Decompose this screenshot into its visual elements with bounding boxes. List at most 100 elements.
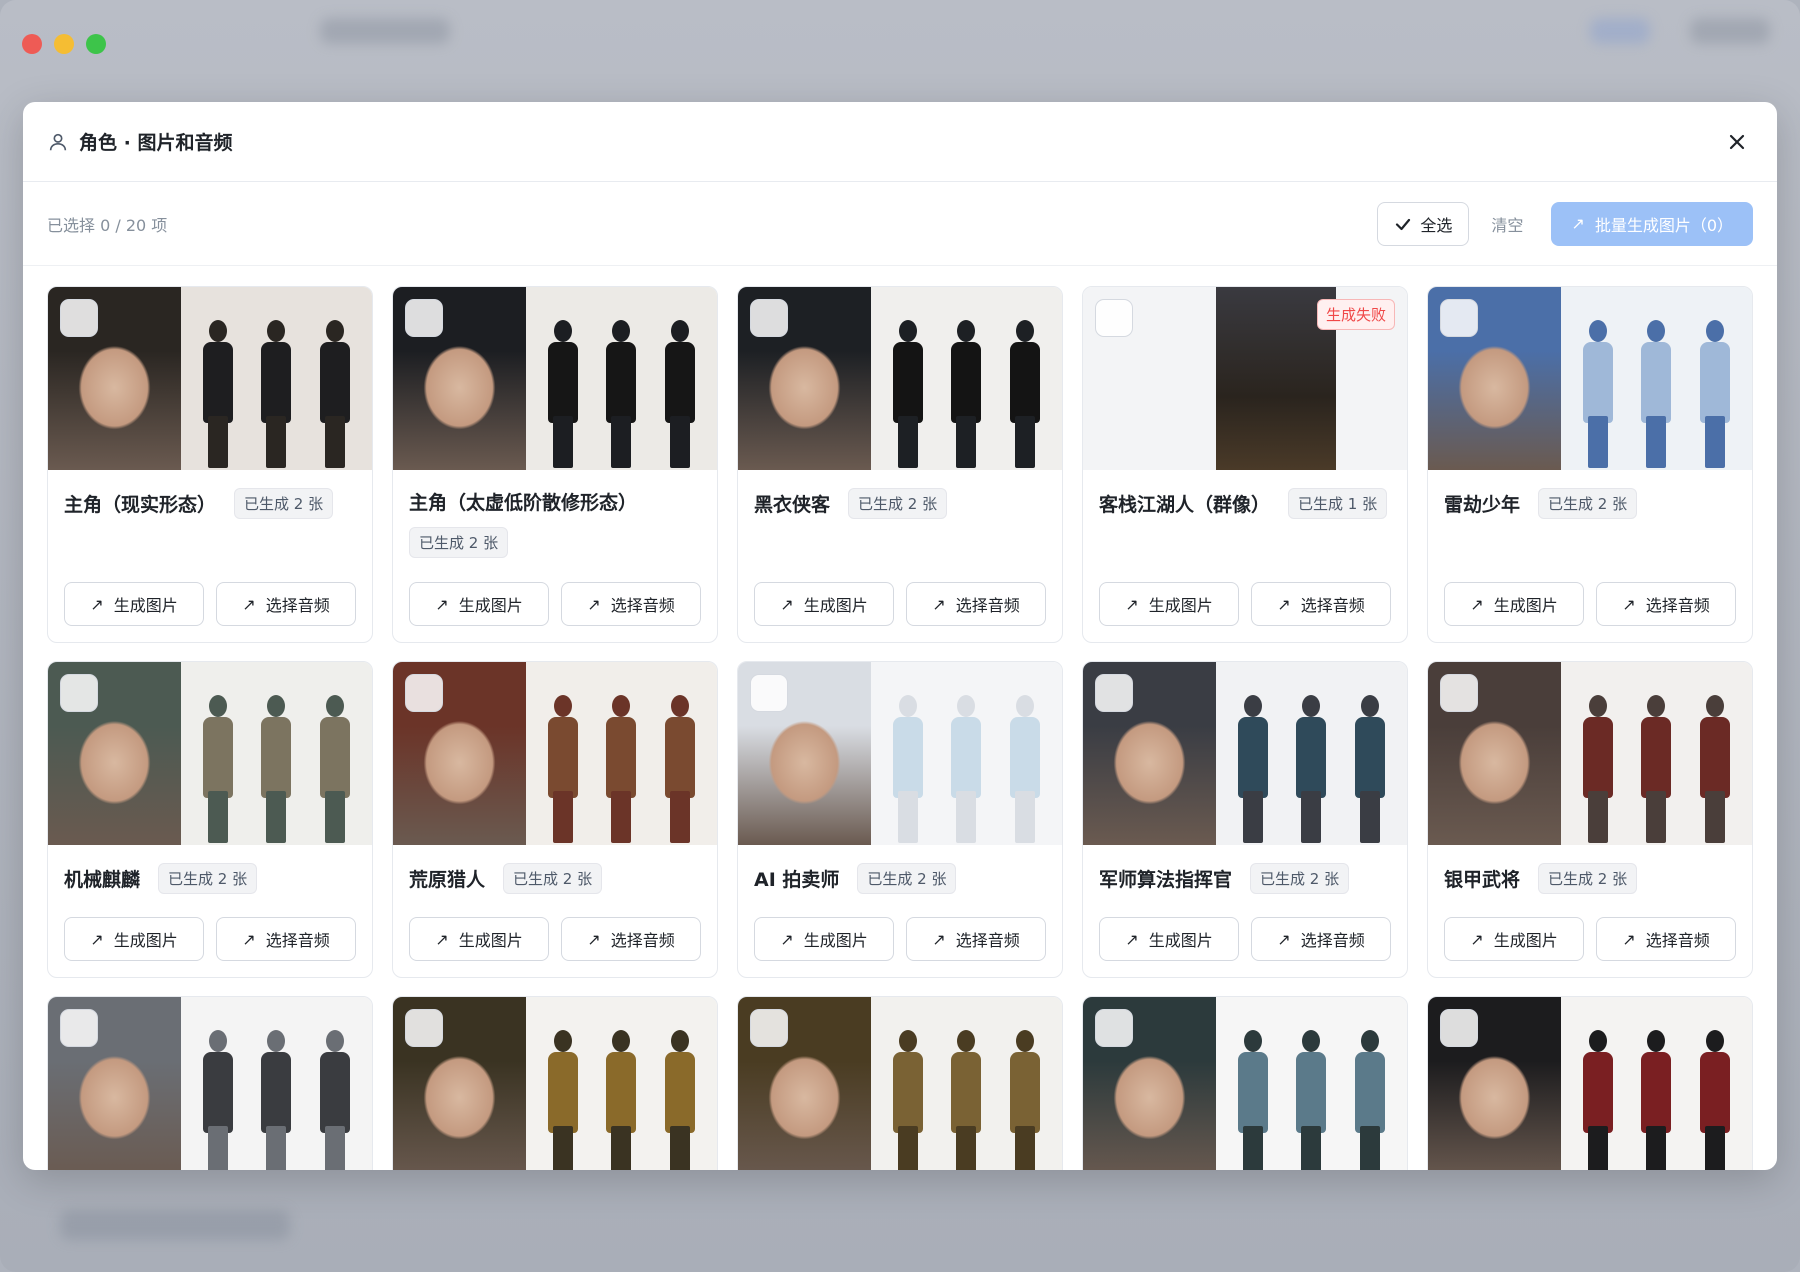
character-card[interactable]: 荒原猎人 已生成 2 张 ↗ 生成图片 ↗ 选择音频: [392, 661, 718, 978]
arrow-up-right-icon: ↗: [435, 929, 449, 949]
select-checkbox[interactable]: [1095, 299, 1133, 337]
character-card[interactable]: [47, 996, 373, 1170]
character-image[interactable]: [738, 997, 1062, 1170]
select-checkbox[interactable]: [1440, 674, 1478, 712]
arrow-up-right-icon: ↗: [780, 929, 794, 949]
select-checkbox[interactable]: [1095, 1009, 1133, 1047]
generate-image-button[interactable]: ↗ 生成图片: [1444, 582, 1584, 626]
character-image[interactable]: [1083, 662, 1407, 845]
select-checkbox[interactable]: [750, 1009, 788, 1047]
generated-count-badge: 已生成 2 张: [234, 488, 334, 519]
character-figure: [261, 319, 292, 468]
character-card[interactable]: [1427, 996, 1753, 1170]
character-figure: [951, 1029, 982, 1170]
character-image[interactable]: [1083, 997, 1407, 1170]
turnaround-sheet: [870, 287, 1062, 470]
character-image[interactable]: [1428, 287, 1752, 470]
character-figure: [261, 694, 292, 843]
generate-image-button[interactable]: ↗ 生成图片: [64, 582, 204, 626]
character-card[interactable]: 主角（现实形态） 已生成 2 张 ↗ 生成图片 ↗ 选择音频: [47, 286, 373, 643]
button-label: 生成图片: [113, 596, 178, 615]
select-checkbox[interactable]: [1095, 674, 1133, 712]
select-checkbox[interactable]: [1440, 1009, 1478, 1047]
select-all-button[interactable]: 全选: [1377, 201, 1470, 246]
character-figure: [893, 694, 924, 843]
character-image[interactable]: 生成失败: [1083, 287, 1407, 470]
character-card[interactable]: [1082, 996, 1408, 1170]
generate-image-button[interactable]: ↗ 生成图片: [409, 582, 549, 626]
select-checkbox[interactable]: [60, 299, 98, 337]
select-audio-button[interactable]: ↗ 选择音频: [1596, 582, 1736, 626]
generate-image-button[interactable]: ↗ 生成图片: [1444, 917, 1584, 961]
character-image[interactable]: [738, 662, 1062, 845]
character-card[interactable]: 生成失败 客栈江湖人（群像） 已生成 1 张 ↗ 生成图片 ↗ 选择音频: [1082, 286, 1408, 643]
generated-count-badge: 已生成 2 张: [409, 527, 509, 558]
select-audio-button[interactable]: ↗ 选择音频: [1251, 582, 1391, 626]
turnaround-sheet: [525, 287, 717, 470]
character-card[interactable]: AI 拍卖师 已生成 2 张 ↗ 生成图片 ↗ 选择音频: [737, 661, 1063, 978]
arrow-up-right-icon: ↗: [1125, 594, 1139, 614]
generate-image-button[interactable]: ↗ 生成图片: [1099, 582, 1239, 626]
character-card[interactable]: 机械麒麟 已生成 2 张 ↗ 生成图片 ↗ 选择音频: [47, 661, 373, 978]
character-image[interactable]: [393, 997, 717, 1170]
generated-count-badge: 已生成 2 张: [1250, 863, 1350, 894]
turnaround-sheet: [870, 662, 1062, 845]
character-card[interactable]: 主角（太虚低阶散修形态） 已生成 2 张 ↗ 生成图片 ↗ 选择音频: [392, 286, 718, 643]
character-figure: [1238, 1029, 1269, 1170]
character-image[interactable]: [393, 662, 717, 845]
blurred-button: [1590, 18, 1650, 44]
generate-image-button[interactable]: ↗ 生成图片: [1099, 917, 1239, 961]
generated-count-badge: 已生成 2 张: [848, 488, 948, 519]
character-card[interactable]: [737, 996, 1063, 1170]
clear-button[interactable]: 清空: [1481, 212, 1533, 236]
select-checkbox[interactable]: [750, 674, 788, 712]
generate-image-button[interactable]: ↗ 生成图片: [754, 917, 894, 961]
close-window-icon[interactable]: [22, 34, 42, 54]
generate-image-button[interactable]: ↗ 生成图片: [409, 917, 549, 961]
select-audio-button[interactable]: ↗ 选择音频: [1596, 917, 1736, 961]
select-audio-button[interactable]: ↗ 选择音频: [906, 582, 1046, 626]
select-audio-button[interactable]: ↗ 选择音频: [906, 917, 1046, 961]
select-checkbox[interactable]: [405, 1009, 443, 1047]
arrow-up-right-icon: ↗: [242, 929, 256, 949]
character-image[interactable]: [1428, 997, 1752, 1170]
character-figure: [1583, 319, 1614, 468]
character-image[interactable]: [393, 287, 717, 470]
arrow-up-right-icon: ↗: [1622, 929, 1636, 949]
select-audio-button[interactable]: ↗ 选择音频: [216, 582, 356, 626]
select-audio-button[interactable]: ↗ 选择音频: [1251, 917, 1391, 961]
select-audio-button[interactable]: ↗ 选择音频: [561, 917, 701, 961]
arrow-up-right-icon: ↗: [1470, 929, 1484, 949]
character-card[interactable]: 黑衣侠客 已生成 2 张 ↗ 生成图片 ↗ 选择音频: [737, 286, 1063, 643]
select-audio-button[interactable]: ↗ 选择音频: [561, 582, 701, 626]
character-figure: [951, 694, 982, 843]
select-checkbox[interactable]: [405, 674, 443, 712]
close-button[interactable]: [1721, 126, 1753, 158]
character-card[interactable]: 雷劫少年 已生成 2 张 ↗ 生成图片 ↗ 选择音频: [1427, 286, 1753, 643]
select-checkbox[interactable]: [750, 299, 788, 337]
select-checkbox[interactable]: [60, 1009, 98, 1047]
button-label: 选择音频: [955, 596, 1020, 615]
minimize-window-icon[interactable]: [54, 34, 74, 54]
select-checkbox[interactable]: [1440, 299, 1478, 337]
character-image[interactable]: [738, 287, 1062, 470]
maximize-window-icon[interactable]: [86, 34, 106, 54]
character-figure: [664, 1029, 695, 1170]
character-image[interactable]: [48, 287, 372, 470]
character-card[interactable]: 军师算法指挥官 已生成 2 张 ↗ 生成图片 ↗ 选择音频: [1082, 661, 1408, 978]
character-card[interactable]: [392, 996, 718, 1170]
generate-image-button[interactable]: ↗ 生成图片: [754, 582, 894, 626]
generate-image-button[interactable]: ↗ 生成图片: [64, 917, 204, 961]
character-image[interactable]: [1428, 662, 1752, 845]
select-audio-button[interactable]: ↗ 选择音频: [216, 917, 356, 961]
character-name: 荒原猎人: [409, 869, 486, 891]
select-checkbox[interactable]: [60, 674, 98, 712]
character-figure: [548, 1029, 579, 1170]
select-checkbox[interactable]: [405, 299, 443, 337]
batch-generate-button[interactable]: ↗ 批量生成图片（0）: [1551, 201, 1753, 246]
character-name: 银甲武将: [1444, 869, 1521, 891]
character-card[interactable]: 银甲武将 已生成 2 张 ↗ 生成图片 ↗ 选择音频: [1427, 661, 1753, 978]
generated-count-badge: 已生成 2 张: [503, 863, 603, 894]
character-image[interactable]: [48, 662, 372, 845]
character-image[interactable]: [48, 997, 372, 1170]
